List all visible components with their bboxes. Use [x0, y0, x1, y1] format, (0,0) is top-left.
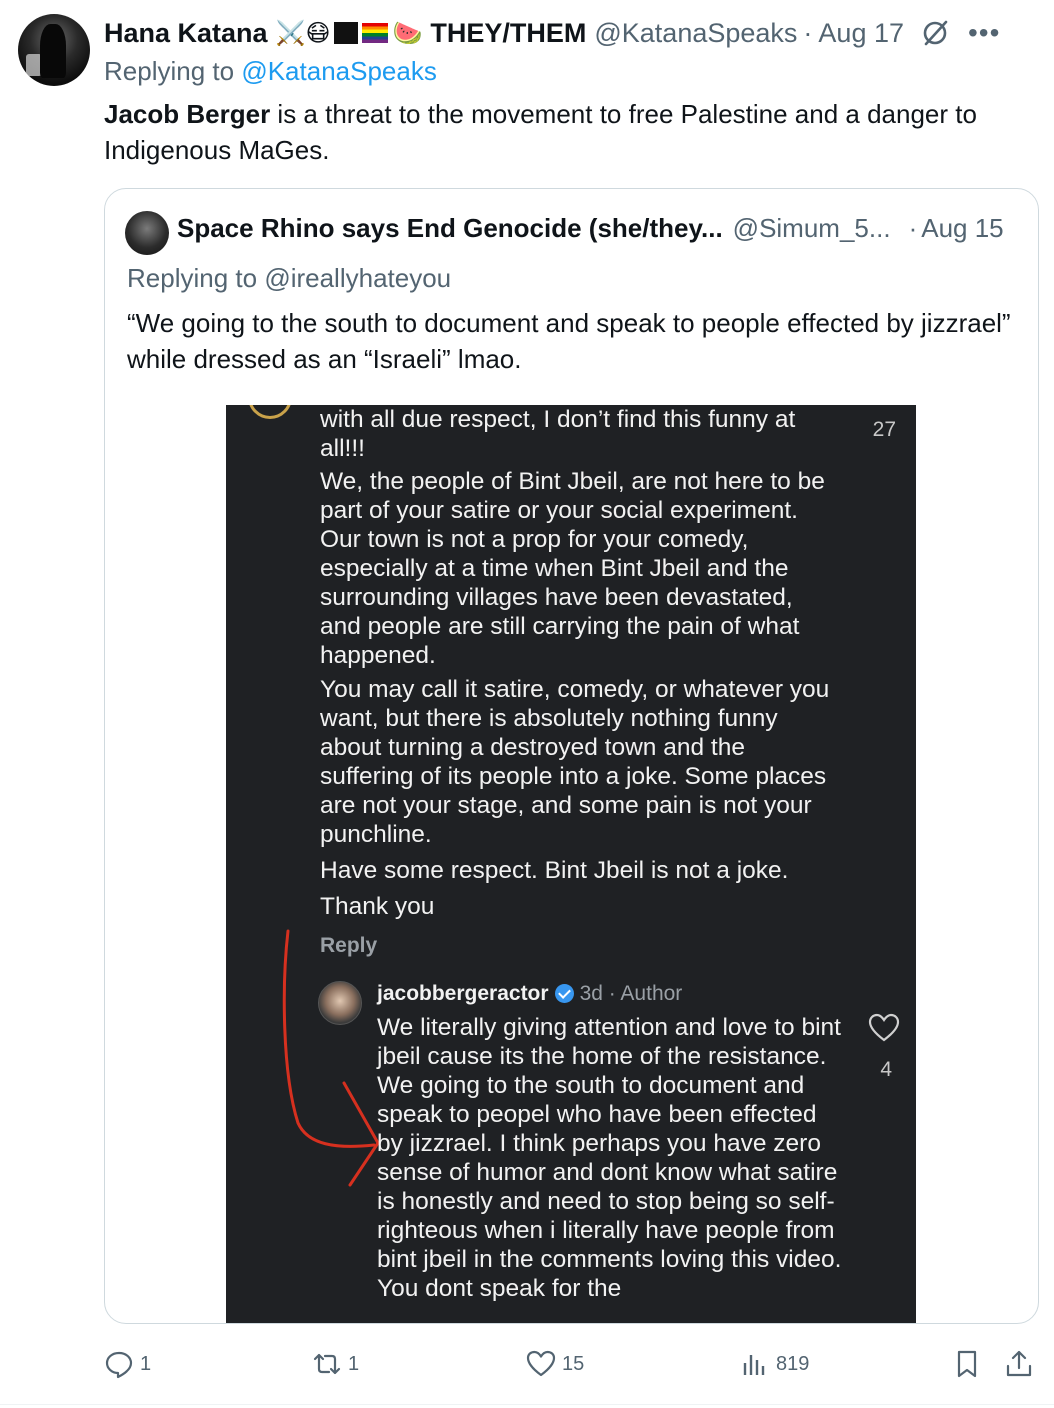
watermelon-icon: 🍉 — [392, 19, 423, 47]
reply-username: jacobbergeractor — [377, 982, 549, 1005]
quoted-header: Space Rhino says End Genocide (she/they.… — [177, 213, 1027, 244]
comment-like-count: 27 — [872, 418, 896, 441]
reply-count: 1 — [140, 1352, 152, 1375]
divider — [0, 1404, 1054, 1405]
views-button[interactable]: 819 — [740, 1344, 809, 1384]
action-bar: 1 1 15 819 — [104, 1344, 1040, 1384]
comment-paragraph: You may call it satire, comedy, or whate… — [320, 676, 830, 848]
tweet-header: Hana Katana ⚔️😷 🍉 THEY/THEM @KatanaSpeak… — [104, 14, 1044, 52]
reply-meta: 3d · Author — [579, 982, 683, 1005]
commenter-avatar — [248, 405, 292, 419]
repost-icon — [313, 1353, 341, 1375]
reply-text: We literally giving attention and love t… — [377, 1014, 842, 1302]
author-name[interactable]: Hana Katana — [104, 18, 268, 49]
replying-to-line: Replying to @KatanaSpeaks — [104, 56, 437, 87]
quoted-date[interactable]: Aug 15 — [921, 213, 1003, 244]
comment-paragraph: We, the people of Bint Jbeil, are not he… — [320, 468, 825, 669]
quoted-author-name[interactable]: Space Rhino says End Genocide (she/they.… — [177, 213, 723, 244]
attached-screenshot-image[interactable]: 27 with all due respect, I don’t find th… — [226, 405, 916, 1323]
like-heart-icon — [526, 1350, 556, 1377]
replying-prefix: Replying to — [104, 56, 235, 86]
more-options-icon[interactable]: ••• — [968, 17, 1000, 49]
comment-paragraph: with all due respect, I don’t find this … — [320, 406, 796, 462]
bookmark-icon — [957, 1350, 977, 1378]
view-count: 819 — [776, 1352, 810, 1375]
quoted-text: “We going to the south to document and s… — [127, 308, 1011, 374]
emoji-group: ⚔️😷 — [275, 19, 331, 47]
quoted-replying-prefix: Replying to — [127, 263, 258, 293]
reply-header: jacobbergeractor 3d · Author — [377, 979, 682, 1008]
heart-icon — [868, 1013, 900, 1042]
tweet-date[interactable]: Aug 17 — [818, 18, 904, 49]
comment-paragraph: Have some respect. Bint Jbeil is not a j… — [320, 857, 789, 884]
author-pronouns: THEY/THEM — [430, 17, 587, 48]
repost-count: 1 — [348, 1352, 360, 1375]
quoted-author-avatar[interactable] — [125, 211, 169, 255]
reply-like-count: 4 — [880, 1058, 892, 1081]
like-count: 15 — [562, 1352, 585, 1375]
author-avatar[interactable] — [18, 14, 90, 86]
name-emojis: ⚔️😷 🍉 — [276, 19, 423, 48]
like-button[interactable]: 15 — [526, 1344, 584, 1384]
replying-to-handle[interactable]: @KatanaSpeaks — [241, 56, 437, 86]
grok-icon[interactable] — [918, 16, 952, 50]
quoted-replying-line: Replying to @ireallyhateyou — [127, 263, 451, 294]
separator-dot: · — [803, 17, 813, 48]
quoted-tweet[interactable]: Space Rhino says End Genocide (she/they.… — [104, 188, 1039, 1324]
mentioned-name: Jacob Berger — [104, 99, 271, 129]
quoted-author-handle[interactable]: @Simum_5... — [733, 213, 891, 244]
pirate-flag-icon — [334, 22, 359, 44]
reply-author-avatar — [318, 981, 362, 1025]
author-handle[interactable]: @KatanaSpeaks — [594, 18, 797, 49]
analytics-icon — [743, 1355, 765, 1375]
verified-badge-icon — [554, 984, 574, 1003]
reply-button[interactable]: 1 — [104, 1344, 151, 1384]
quoted-replying-handle: @ireallyhateyou — [264, 263, 452, 293]
tweet-text: Jacob Berger is a threat to the movement… — [104, 96, 1034, 168]
bookmark-button[interactable] — [952, 1344, 982, 1384]
reply-icon — [105, 1351, 133, 1379]
quoted-separator: · — [908, 213, 918, 243]
rainbow-flag-icon — [362, 23, 389, 43]
share-icon — [1006, 1350, 1032, 1377]
red-annotation-arrow — [282, 929, 380, 1187]
comment-paragraph: Thank you — [320, 893, 435, 920]
repost-button[interactable]: 1 — [312, 1344, 359, 1384]
share-button[interactable] — [1004, 1344, 1034, 1384]
